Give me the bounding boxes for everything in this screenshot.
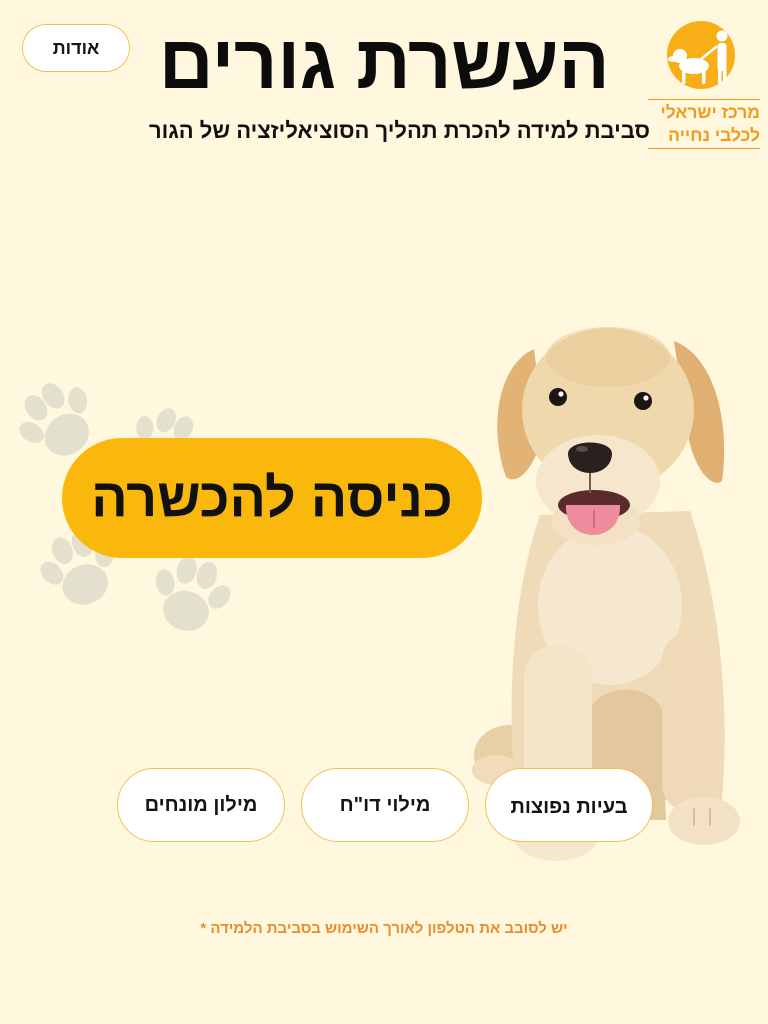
glossary-label: מילון מונחים — [144, 793, 258, 816]
enter-training-label: כניסה להכשרה — [91, 468, 453, 528]
paw-print-icon — [140, 548, 242, 642]
enter-training-button[interactable]: כניסה להכשרה — [62, 438, 482, 558]
logo-text-line2: לכלבי נחייה — [668, 125, 760, 145]
guide-dog-logo-icon — [667, 21, 735, 89]
page-title: העשרת גורים — [158, 20, 610, 105]
common-problems-button[interactable]: בעיות נפוצות — [485, 768, 653, 842]
logo: מרכז ישראלי לכלבי נחייה — [648, 16, 760, 152]
logo-text: מרכז ישראלי לכלבי נחייה — [648, 99, 760, 149]
rotate-phone-note: יש לסובב את הטלפון לאורך השימוש בסביבת ה… — [200, 920, 568, 937]
glossary-button[interactable]: מילון מונחים — [117, 768, 285, 842]
common-problems-label: בעיות נפוצות — [510, 796, 628, 818]
about-button[interactable]: אודות — [22, 24, 130, 72]
page-subtitle: סביבת למידה להכרת תהליך הסוציאליזציה של … — [148, 118, 650, 143]
logo-text-line1: מרכז ישראלי — [660, 102, 760, 122]
fill-report-button[interactable]: מילוי דו"ח — [301, 768, 469, 842]
fill-report-label: מילוי דו"ח — [339, 793, 431, 816]
